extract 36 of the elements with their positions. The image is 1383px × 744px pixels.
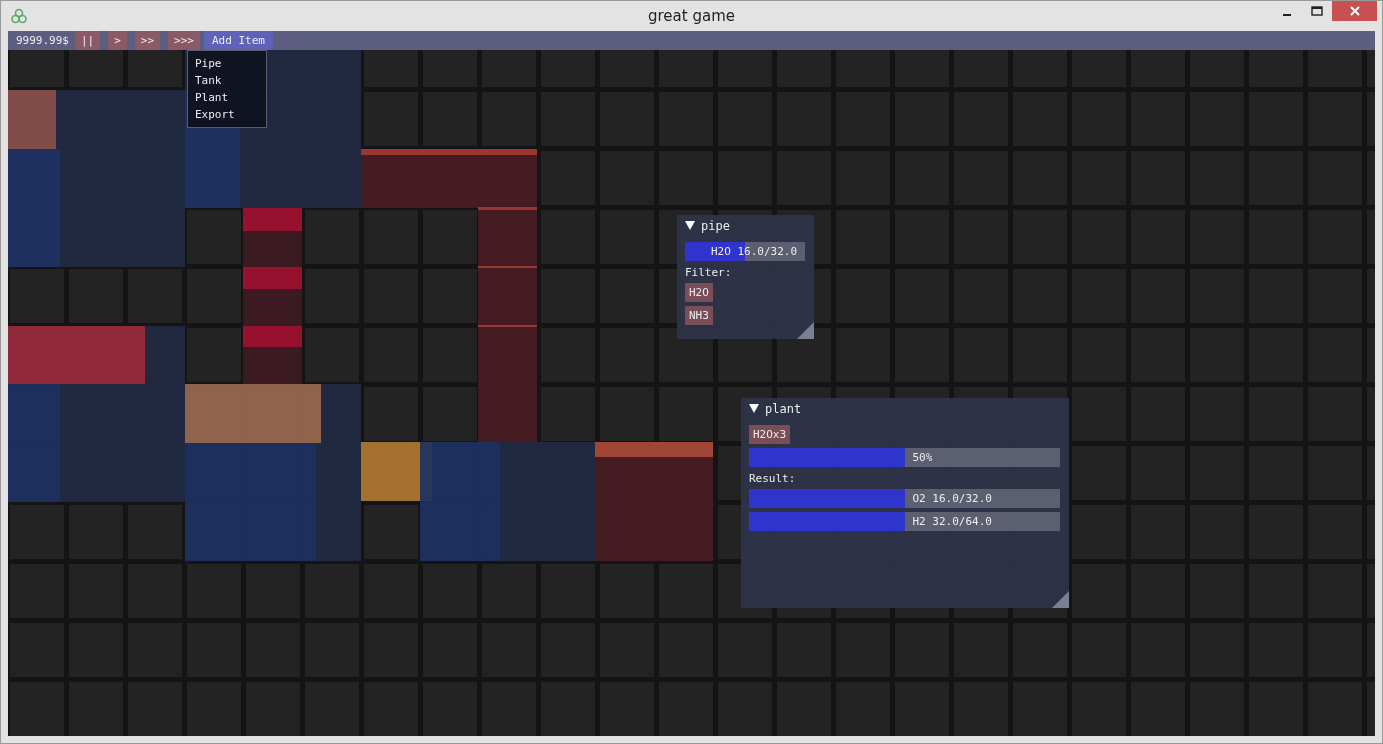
close-button[interactable] (1332, 1, 1377, 21)
recipe-button[interactable]: H2Ox3 (749, 425, 791, 444)
map-tile (243, 208, 302, 231)
resize-grip-icon[interactable] (797, 322, 814, 339)
bar-label: H2 32.0/64.0 (911, 515, 993, 528)
menu-item[interactable]: Plant (188, 91, 266, 108)
maximize-icon (1311, 6, 1323, 16)
menu-item[interactable]: Tank (188, 74, 266, 91)
resize-grip-icon[interactable] (1052, 591, 1069, 608)
bar-label: O2 16.0/32.0 (911, 492, 993, 505)
map-tile (321, 384, 361, 443)
money-label: 9999.99$ (15, 33, 70, 49)
minimize-icon (1283, 13, 1291, 16)
menu-item[interactable]: Pipe (188, 57, 266, 74)
filter-button[interactable]: H2O (685, 283, 713, 302)
collapse-arrow-icon[interactable] (685, 221, 695, 230)
map-tile (145, 326, 185, 384)
app-icon (11, 8, 27, 24)
add-item-menu[interactable]: Add Item (204, 31, 273, 50)
filter-button[interactable]: NH3 (685, 306, 713, 325)
speed-button[interactable]: > (108, 31, 127, 50)
menu-item[interactable]: Export (188, 108, 266, 125)
filter-label: Filter: (685, 266, 732, 279)
speed-button[interactable]: >>> (168, 31, 200, 50)
map-tile (243, 267, 302, 289)
result-label: Result: (749, 472, 796, 485)
map-tile (8, 90, 56, 149)
close-icon (1349, 6, 1360, 16)
collapse-arrow-icon[interactable] (749, 404, 759, 413)
speed-button[interactable]: >> (134, 31, 161, 50)
panel-title: plant (765, 401, 802, 416)
panel-title: pipe (701, 218, 730, 233)
window-title: great game (647, 7, 736, 25)
map-tile (243, 326, 302, 347)
bar-label: 50% (911, 451, 934, 464)
speed-button[interactable]: || (75, 31, 101, 50)
